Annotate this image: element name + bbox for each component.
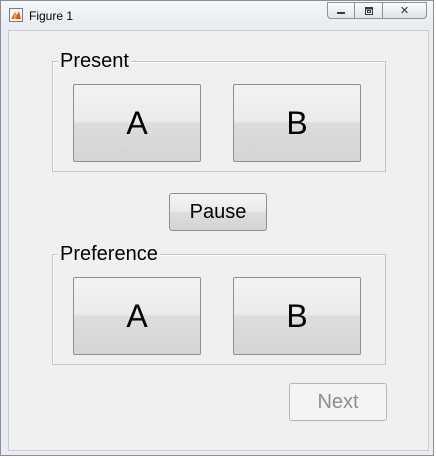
window-title: Figure 1 xyxy=(29,9,74,23)
window-controls: ✕ xyxy=(327,2,427,20)
present-b-button[interactable]: B xyxy=(233,84,361,162)
pause-button[interactable]: Pause xyxy=(169,193,267,231)
present-b-label: B xyxy=(286,104,308,141)
preference-panel-title: Preference xyxy=(58,242,160,266)
present-panel-title: Present xyxy=(58,49,131,73)
preference-b-button[interactable]: B xyxy=(233,277,361,355)
minimize-icon xyxy=(337,11,345,14)
minimize-button[interactable] xyxy=(327,2,355,19)
present-a-label: A xyxy=(126,104,148,141)
pause-label: Pause xyxy=(189,200,247,223)
close-button[interactable]: ✕ xyxy=(383,2,427,19)
preference-panel: Preference A B xyxy=(52,242,386,365)
preference-a-button[interactable]: A xyxy=(73,277,201,355)
preference-b-label: B xyxy=(286,297,308,334)
figure-client-area: Present A B Pause Preference A B Next xyxy=(8,30,429,451)
present-a-button[interactable]: A xyxy=(73,84,201,162)
title-bar[interactable]: Figure 1 ✕ xyxy=(1,1,433,29)
preference-a-label: A xyxy=(126,297,148,334)
present-panel: Present A B xyxy=(52,49,386,172)
figure-window: Figure 1 ✕ Present A B Pause Preference … xyxy=(0,0,434,456)
restore-button[interactable] xyxy=(355,2,383,19)
restore-icon xyxy=(364,6,373,15)
next-label: Next xyxy=(317,390,359,413)
next-button[interactable]: Next xyxy=(289,383,387,421)
close-icon: ✕ xyxy=(399,5,410,17)
matlab-figure-icon xyxy=(9,8,23,22)
